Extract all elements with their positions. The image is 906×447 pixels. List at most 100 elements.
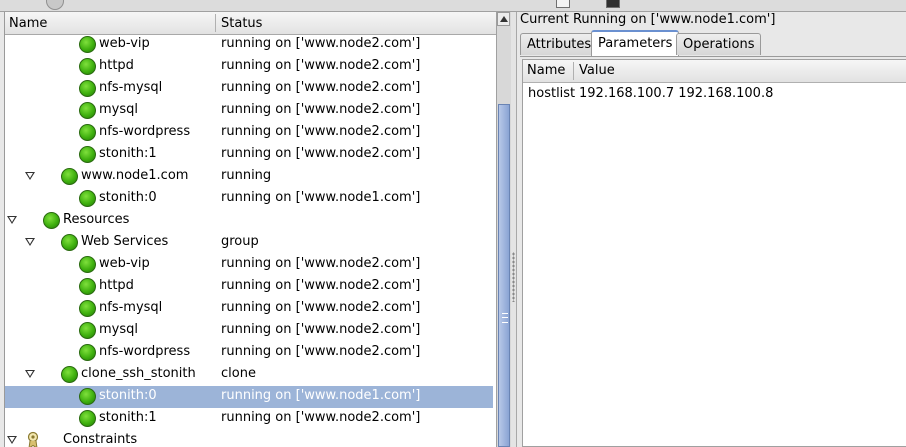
tree-scrollbar[interactable] — [496, 12, 511, 447]
tree-item-label: www.node1.com — [81, 168, 189, 183]
tree-item-status: running on ['www.node2.com'] — [221, 124, 421, 139]
status-ok-icon — [79, 124, 96, 141]
tree-item-status: running on ['www.node2.com'] — [221, 344, 421, 359]
tree-row[interactable]: mysql running on ['www.node2.com'] — [5, 320, 493, 342]
status-ok-icon — [79, 190, 96, 207]
column-separator[interactable] — [215, 14, 216, 32]
tree-row[interactable]: httpd running on ['www.node2.com'] — [5, 56, 493, 78]
tree-row[interactable]: clone_ssh_stonith clone — [5, 364, 493, 386]
toolbar-strip — [0, 0, 906, 12]
status-ok-icon — [43, 212, 60, 229]
tree-column-header: Name Status — [5, 12, 497, 35]
tree-item-label: web-vip — [99, 36, 150, 51]
tree-item-label: stonith:0 — [99, 388, 157, 403]
column-status-header[interactable]: Status — [221, 16, 262, 31]
detail-title: Current Running on ['www.node1.com'] — [520, 12, 776, 27]
scroll-thumb[interactable] — [498, 104, 510, 447]
tree-item-label: stonith:1 — [99, 146, 157, 161]
scroll-up-icon[interactable] — [497, 12, 510, 26]
tree-item-status: group — [221, 234, 259, 249]
splitter-grip-icon — [512, 252, 515, 302]
tree-item-label: httpd — [99, 278, 134, 293]
tab-attributes[interactable]: Attributes — [520, 33, 599, 55]
tree-item-label: web-vip — [99, 256, 150, 271]
detail-tabs: Attributes Parameters Operations — [520, 30, 906, 56]
tree-item-status: running on ['www.node1.com'] — [221, 190, 421, 205]
tree-item-label: nfs-wordpress — [99, 344, 191, 359]
tree-row[interactable]: stonith:0 running on ['www.node1.com'] — [5, 188, 493, 210]
tree-item-status: running on ['www.node2.com'] — [221, 278, 421, 293]
status-ok-icon — [79, 388, 96, 405]
status-ok-icon — [79, 344, 96, 361]
expander-triangle-icon[interactable] — [7, 216, 17, 224]
detail-panel: Current Running on ['www.node1.com'] Att… — [517, 12, 906, 447]
status-ok-icon — [79, 300, 96, 317]
tree-item-status: running on ['www.node2.com'] — [221, 36, 421, 51]
tree-item-status: running on ['www.node2.com'] — [221, 58, 421, 73]
tree-item-label: httpd — [99, 58, 134, 73]
tree-row[interactable]: httpd running on ['www.node2.com'] — [5, 276, 493, 298]
tree-item-label: mysql — [99, 322, 138, 337]
tree-row[interactable]: www.node1.com running — [5, 166, 493, 188]
tree-row[interactable]: Web Services group — [5, 232, 493, 254]
grip-icon — [502, 313, 508, 323]
column-separator[interactable] — [573, 62, 574, 80]
tree-row[interactable]: mysql running on ['www.node2.com'] — [5, 100, 493, 122]
status-ok-icon — [79, 36, 96, 53]
status-ok-icon — [61, 366, 78, 383]
tree-row[interactable]: nfs-mysql running on ['www.node2.com'] — [5, 298, 493, 320]
parameters-header: Name Value — [523, 60, 906, 83]
tree-row[interactable]: stonith:1 running on ['www.node2.com'] — [5, 144, 493, 166]
tree-row[interactable]: web-vip running on ['www.node2.com'] — [5, 34, 493, 56]
expander-triangle-icon[interactable] — [25, 172, 35, 180]
tree-row[interactable]: stonith:0 running on ['www.node1.com'] — [5, 386, 493, 408]
tree-item-status: running on ['www.node2.com'] — [221, 146, 421, 161]
tab-divider — [520, 56, 906, 57]
tree-row[interactable]: nfs-wordpress running on ['www.node2.com'… — [5, 122, 493, 144]
param-name-header[interactable]: Name — [527, 63, 565, 78]
tree-item-label: nfs-mysql — [99, 300, 163, 315]
tree-row[interactable]: nfs-wordpress running on ['www.node2.com'… — [5, 342, 493, 364]
status-ok-icon — [79, 278, 96, 295]
expander-triangle-icon[interactable] — [7, 436, 17, 444]
tree-item-status: running on ['www.node2.com'] — [221, 102, 421, 117]
tree-item-status: running on ['www.node1.com'] — [221, 388, 421, 403]
tree-row[interactable]: Resources — [5, 210, 493, 232]
tree-row[interactable]: nfs-mysql running on ['www.node2.com'] — [5, 78, 493, 100]
tree-item-status: running on ['www.node2.com'] — [221, 256, 421, 271]
tree-row[interactable]: Constraints — [5, 430, 493, 447]
column-name-header[interactable]: Name — [9, 16, 47, 31]
status-ok-icon — [61, 168, 78, 185]
tree-item-status: running on ['www.node2.com'] — [221, 300, 421, 315]
tree-row[interactable]: stonith:1 running on ['www.node2.com'] — [5, 408, 493, 430]
expander-triangle-icon[interactable] — [25, 238, 35, 246]
tree-item-label: nfs-mysql — [99, 80, 163, 95]
tree-item-label: mysql — [99, 102, 138, 117]
tree-item-label: nfs-wordpress — [99, 124, 191, 139]
expander-triangle-icon[interactable] — [25, 370, 35, 378]
tree-item-label: Constraints — [63, 432, 138, 447]
constraint-icon — [27, 431, 39, 447]
status-ok-icon — [79, 146, 96, 163]
tab-operations[interactable]: Operations — [676, 33, 762, 55]
parameters-table: Name Value hostlist 192.168.100.7 192.16… — [522, 59, 906, 447]
param-value-header[interactable]: Value — [579, 63, 615, 78]
status-ok-icon — [79, 256, 96, 273]
resource-tree[interactable]: Name Status web-vip running on ['www.node… — [4, 12, 497, 447]
table-row[interactable]: hostlist 192.168.100.7 192.168.100.8 — [523, 84, 906, 106]
tree-item-status: running on ['www.node2.com'] — [221, 322, 421, 337]
tab-parameters[interactable]: Parameters — [591, 30, 680, 56]
status-ok-icon — [61, 234, 78, 251]
status-ok-icon — [79, 102, 96, 119]
tree-row[interactable]: web-vip running on ['www.node2.com'] — [5, 254, 493, 276]
tree-item-label: Web Services — [81, 234, 169, 249]
toolbar-button-icon[interactable] — [46, 0, 64, 10]
tree-item-label: clone_ssh_stonith — [81, 366, 196, 381]
tree-item-label: stonith:0 — [99, 190, 157, 205]
tree-item-status: clone — [221, 366, 256, 381]
toolbar-checkbox-icon[interactable] — [556, 0, 570, 8]
status-ok-icon — [79, 58, 96, 75]
param-value-cell: 192.168.100.7 192.168.100.8 — [579, 86, 774, 101]
tree-item-status: running on ['www.node2.com'] — [221, 80, 421, 95]
toolbar-square-icon[interactable] — [606, 0, 620, 8]
